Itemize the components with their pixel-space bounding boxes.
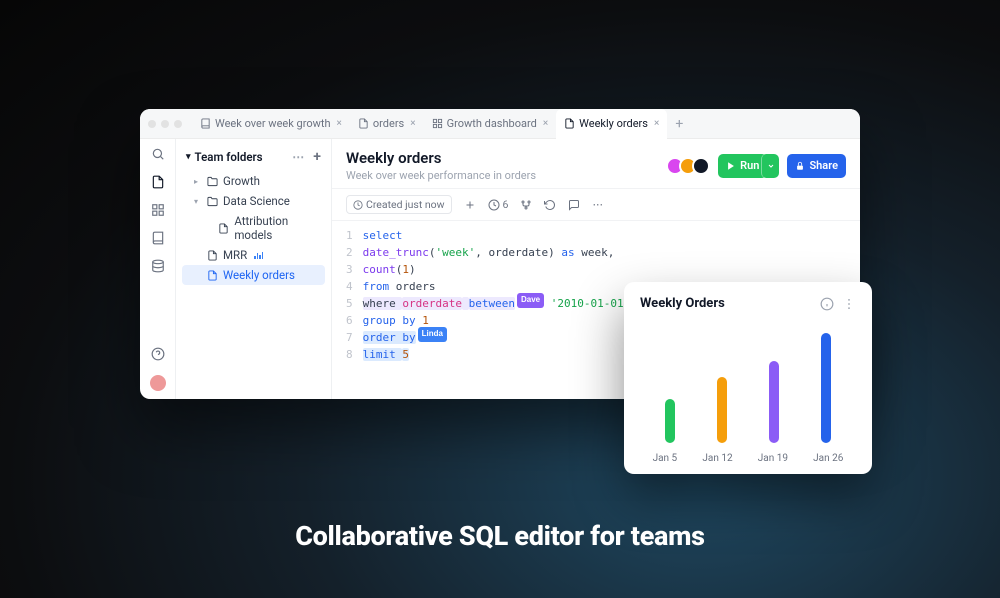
more-icon[interactable]: ⋯ [592, 198, 604, 211]
sidebar: ▾ Team folders ⋯ + ▸Growth▾Data ScienceA… [176, 139, 332, 399]
database-icon[interactable] [151, 259, 165, 273]
sidebar-item-data-science[interactable]: ▾Data Science [182, 191, 325, 211]
new-tab-button[interactable]: + [667, 116, 691, 132]
x-axis: Jan 5 Jan 12 Jan 19 Jan 26 [640, 443, 856, 464]
collab-cursor-linda: Linda [418, 327, 447, 341]
share-button[interactable]: Share [787, 154, 846, 178]
traffic-min-icon[interactable] [161, 120, 169, 128]
doc-toolbar: Created just now 6 ⋯ [332, 189, 860, 221]
dashboard-icon[interactable] [151, 203, 165, 217]
x-tick: Jan 26 [813, 453, 843, 464]
user-avatar[interactable] [150, 375, 166, 391]
tagline: Collaborative SQL editor for teams [0, 520, 1000, 552]
sidebar-item-weekly-orders[interactable]: Weekly orders [182, 265, 325, 285]
close-icon[interactable]: × [410, 118, 415, 129]
nav-rail [140, 139, 176, 399]
sidebar-header: Team folders [195, 150, 263, 164]
window-controls[interactable] [148, 120, 182, 128]
created-chip[interactable]: Created just now [346, 195, 452, 214]
search-icon[interactable] [151, 147, 165, 161]
chart-title: Weekly Orders [640, 296, 725, 311]
help-icon[interactable] [151, 347, 165, 361]
add-block-icon[interactable] [464, 199, 476, 211]
x-tick: Jan 5 [653, 453, 678, 464]
tab-2[interactable]: Growth dashboard× [424, 109, 557, 139]
sidebar-item-attribution-models[interactable]: Attribution models [182, 211, 325, 245]
bar-2 [769, 361, 779, 444]
bar-0 [665, 399, 675, 443]
tab-bar: Week over week growth×orders×Growth dash… [140, 109, 860, 139]
branch-icon[interactable] [520, 199, 532, 211]
close-icon[interactable]: × [543, 118, 548, 129]
close-icon[interactable]: × [654, 118, 659, 129]
x-tick: Jan 12 [702, 453, 732, 464]
undo-icon[interactable] [544, 199, 556, 211]
file-icon[interactable] [151, 175, 165, 189]
info-icon[interactable] [820, 297, 834, 311]
bar-chart [640, 311, 856, 443]
doc-title[interactable]: Weekly orders [346, 149, 536, 167]
sidebar-add-button[interactable]: + [313, 149, 321, 165]
bar-3 [821, 333, 831, 443]
book-icon[interactable] [151, 231, 165, 245]
traffic-max-icon[interactable] [174, 120, 182, 128]
comment-icon[interactable] [568, 199, 580, 211]
avatar[interactable] [692, 157, 710, 175]
tab-3[interactable]: Weekly orders× [556, 109, 667, 139]
sidebar-item-growth[interactable]: ▸Growth [182, 171, 325, 191]
tab-0[interactable]: Week over week growth× [192, 109, 350, 139]
kebab-icon[interactable] [842, 297, 856, 311]
doc-subtitle: Week over week performance in orders [346, 169, 536, 182]
collab-cursor-dave: Dave [517, 293, 544, 307]
chevron-down-icon[interactable]: ▾ [186, 152, 191, 162]
audio-icon [254, 252, 263, 259]
run-button[interactable]: Run [718, 154, 767, 178]
collaborator-avatars[interactable] [666, 157, 710, 175]
bar-1 [717, 377, 727, 443]
chart-card: Weekly Orders Jan 5 Jan 12 Jan 19 Jan 26 [624, 282, 872, 474]
run-dropdown-button[interactable] [761, 154, 779, 178]
history-count[interactable]: 6 [488, 198, 509, 211]
tab-1[interactable]: orders× [350, 109, 424, 139]
traffic-close-icon[interactable] [148, 120, 156, 128]
sidebar-item-mrr[interactable]: MRR [182, 245, 325, 265]
close-icon[interactable]: × [337, 118, 342, 129]
x-tick: Jan 19 [758, 453, 788, 464]
sidebar-more-icon[interactable]: ⋯ [292, 150, 305, 164]
